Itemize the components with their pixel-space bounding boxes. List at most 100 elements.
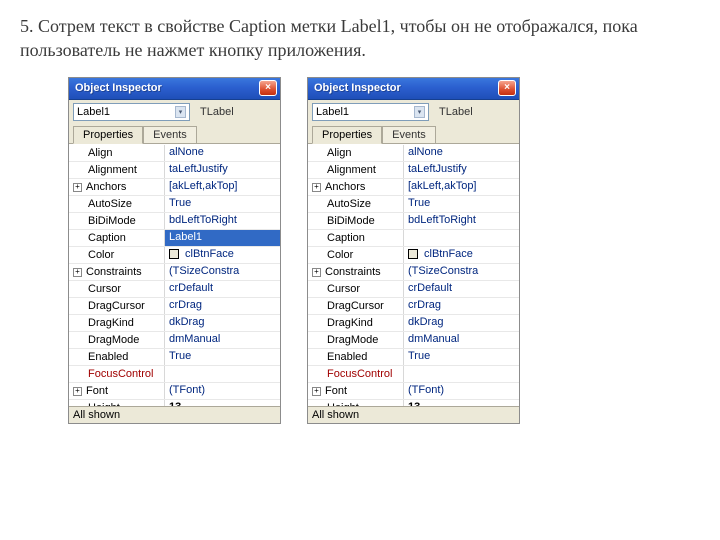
- property-value[interactable]: crDrag: [165, 298, 280, 314]
- property-value[interactable]: dmManual: [165, 332, 280, 348]
- expand-icon[interactable]: +: [73, 387, 82, 396]
- property-value[interactable]: clBtnFace: [404, 247, 519, 263]
- property-row[interactable]: ColorclBtnFace: [308, 247, 519, 264]
- property-value[interactable]: [akLeft,akTop]: [165, 179, 280, 195]
- titlebar[interactable]: Object Inspector ×: [69, 78, 280, 100]
- property-name[interactable]: Enabled: [308, 349, 404, 365]
- property-value[interactable]: (TSizeConstra: [404, 264, 519, 280]
- property-value[interactable]: True: [165, 349, 280, 365]
- property-name[interactable]: AutoSize: [308, 196, 404, 212]
- property-row[interactable]: +Anchors[akLeft,akTop]: [69, 179, 280, 196]
- property-row[interactable]: Height13: [69, 400, 280, 406]
- property-row[interactable]: CursorcrDefault: [308, 281, 519, 298]
- property-name[interactable]: +Constraints: [69, 264, 165, 280]
- property-name[interactable]: Cursor: [69, 281, 165, 297]
- property-value[interactable]: True: [165, 196, 280, 212]
- property-name[interactable]: Color: [308, 247, 404, 263]
- property-row[interactable]: CaptionLabel1: [69, 230, 280, 247]
- property-name[interactable]: Align: [308, 145, 404, 161]
- property-row[interactable]: +Font(TFont): [308, 383, 519, 400]
- property-row[interactable]: +Constraints(TSizeConstra: [308, 264, 519, 281]
- property-row[interactable]: AutoSizeTrue: [69, 196, 280, 213]
- property-row[interactable]: Height13: [308, 400, 519, 406]
- property-grid[interactable]: AlignalNoneAlignmenttaLeftJustify+Anchor…: [69, 144, 280, 406]
- property-name[interactable]: DragKind: [69, 315, 165, 331]
- close-icon[interactable]: ×: [259, 80, 277, 96]
- property-row[interactable]: DragModedmManual: [308, 332, 519, 349]
- property-name[interactable]: Alignment: [69, 162, 165, 178]
- property-name[interactable]: DragKind: [308, 315, 404, 331]
- property-row[interactable]: AlignalNone: [308, 145, 519, 162]
- property-name[interactable]: Cursor: [308, 281, 404, 297]
- property-name[interactable]: Enabled: [69, 349, 165, 365]
- titlebar[interactable]: Object Inspector ×: [308, 78, 519, 100]
- property-row[interactable]: +Font(TFont): [69, 383, 280, 400]
- object-combo[interactable]: Label1 ▾: [312, 103, 429, 121]
- expand-icon[interactable]: +: [312, 268, 321, 277]
- expand-icon[interactable]: +: [312, 387, 321, 396]
- property-name[interactable]: +Font: [308, 383, 404, 399]
- tab-properties[interactable]: Properties: [312, 126, 382, 144]
- property-name[interactable]: Caption: [69, 230, 165, 246]
- close-icon[interactable]: ×: [498, 80, 516, 96]
- property-name[interactable]: DragMode: [69, 332, 165, 348]
- property-name[interactable]: +Anchors: [69, 179, 165, 195]
- property-row[interactable]: EnabledTrue: [308, 349, 519, 366]
- property-row[interactable]: DragCursorcrDrag: [69, 298, 280, 315]
- property-name[interactable]: +Constraints: [308, 264, 404, 280]
- property-value[interactable]: dmManual: [404, 332, 519, 348]
- chevron-down-icon[interactable]: ▾: [414, 106, 425, 118]
- property-value[interactable]: (TSizeConstra: [165, 264, 280, 280]
- property-value[interactable]: crDrag: [404, 298, 519, 314]
- property-value[interactable]: dkDrag: [165, 315, 280, 331]
- tab-properties[interactable]: Properties: [73, 126, 143, 144]
- property-grid[interactable]: AlignalNoneAlignmenttaLeftJustify+Anchor…: [308, 144, 519, 406]
- property-row[interactable]: Caption: [308, 230, 519, 247]
- property-name[interactable]: FocusControl: [308, 366, 404, 382]
- property-name[interactable]: Align: [69, 145, 165, 161]
- property-row[interactable]: EnabledTrue: [69, 349, 280, 366]
- property-value[interactable]: (TFont): [165, 383, 280, 399]
- property-row[interactable]: DragKinddkDrag: [69, 315, 280, 332]
- property-value[interactable]: alNone: [404, 145, 519, 161]
- property-value[interactable]: True: [404, 196, 519, 212]
- property-value[interactable]: Label1: [165, 230, 280, 246]
- property-name[interactable]: BiDiMode: [69, 213, 165, 229]
- expand-icon[interactable]: +: [73, 268, 82, 277]
- property-value[interactable]: [akLeft,akTop]: [404, 179, 519, 195]
- expand-icon[interactable]: +: [73, 183, 82, 192]
- property-name[interactable]: +Font: [69, 383, 165, 399]
- chevron-down-icon[interactable]: ▾: [175, 106, 186, 118]
- property-row[interactable]: AlignmenttaLeftJustify: [69, 162, 280, 179]
- property-name[interactable]: Color: [69, 247, 165, 263]
- property-row[interactable]: AlignmenttaLeftJustify: [308, 162, 519, 179]
- property-row[interactable]: AlignalNone: [69, 145, 280, 162]
- property-row[interactable]: AutoSizeTrue: [308, 196, 519, 213]
- property-name[interactable]: DragMode: [308, 332, 404, 348]
- property-value[interactable]: (TFont): [404, 383, 519, 399]
- property-name[interactable]: +Anchors: [308, 179, 404, 195]
- property-value[interactable]: 13: [165, 400, 280, 406]
- property-row[interactable]: FocusControl: [69, 366, 280, 383]
- property-row[interactable]: BiDiModebdLeftToRight: [69, 213, 280, 230]
- property-value[interactable]: bdLeftToRight: [165, 213, 280, 229]
- property-row[interactable]: BiDiModebdLeftToRight: [308, 213, 519, 230]
- property-value[interactable]: crDefault: [165, 281, 280, 297]
- property-name[interactable]: FocusControl: [69, 366, 165, 382]
- property-value[interactable]: [404, 230, 519, 246]
- property-row[interactable]: ColorclBtnFace: [69, 247, 280, 264]
- property-value[interactable]: [404, 366, 519, 382]
- object-combo[interactable]: Label1 ▾: [73, 103, 190, 121]
- property-value[interactable]: bdLeftToRight: [404, 213, 519, 229]
- property-value[interactable]: crDefault: [404, 281, 519, 297]
- property-value[interactable]: True: [404, 349, 519, 365]
- tab-events[interactable]: Events: [382, 126, 436, 143]
- property-value[interactable]: taLeftJustify: [165, 162, 280, 178]
- property-value[interactable]: alNone: [165, 145, 280, 161]
- property-name[interactable]: Alignment: [308, 162, 404, 178]
- property-row[interactable]: +Anchors[akLeft,akTop]: [308, 179, 519, 196]
- property-row[interactable]: DragModedmManual: [69, 332, 280, 349]
- property-name[interactable]: Caption: [308, 230, 404, 246]
- property-row[interactable]: CursorcrDefault: [69, 281, 280, 298]
- property-row[interactable]: FocusControl: [308, 366, 519, 383]
